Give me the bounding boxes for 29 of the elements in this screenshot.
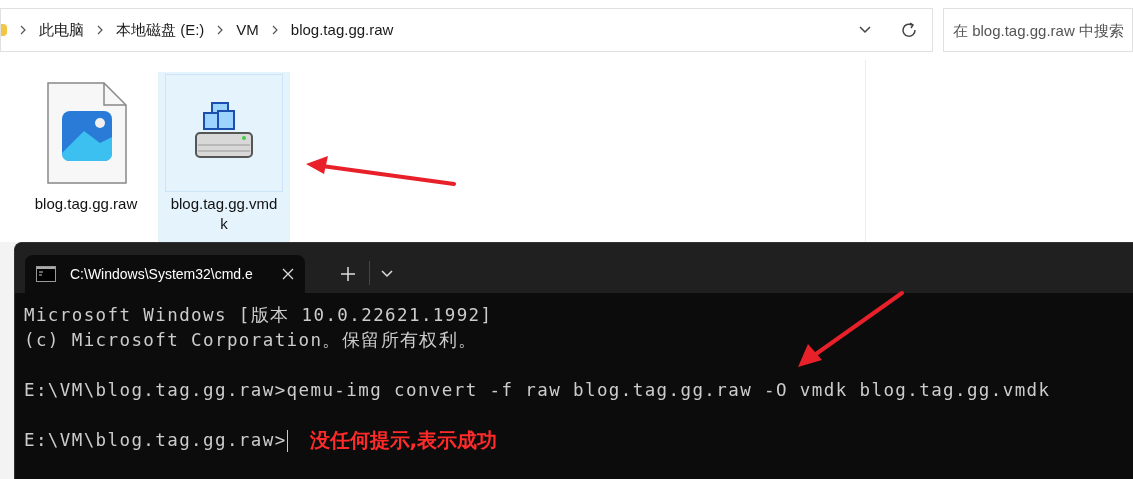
chevron-icon (97, 25, 103, 35)
text-cursor (286, 429, 288, 452)
plus-icon[interactable] (341, 267, 355, 281)
terminal-icon (36, 266, 56, 282)
image-file-icon (44, 81, 128, 185)
console-line: Microsoft Windows [版本 10.0.22621.1992] (24, 304, 494, 327)
annotation-note: 没任何提示,表示成功 (309, 428, 498, 453)
breadcrumb[interactable]: blog.tag.gg.raw (290, 18, 394, 42)
terminal-tab[interactable]: C:\Windows\System32\cmd.e (25, 255, 305, 293)
console-line: E:\VM\blog.tag.gg.raw>qemu-img convert -f raw blog.tag.gg.raw -O vmdk blog.tag.gg.vmdk (24, 379, 1052, 402)
file-name: blog.tag.gg.raw (33, 194, 139, 214)
console-prompt: E:\VM\blog.tag.gg.raw> (24, 429, 287, 452)
file-item[interactable]: blog.tag.gg.raw (20, 72, 152, 242)
chevron-icon (217, 25, 224, 35)
close-icon[interactable] (282, 268, 294, 280)
refresh-icon[interactable] (900, 21, 918, 39)
search-field[interactable]: 在 blog.tag.gg.raw 中搜索 (943, 8, 1133, 52)
chevron-icon (271, 25, 278, 35)
tab-title: C:\Windows\System32\cmd.e (70, 264, 254, 284)
file-name: blog.tag.gg.vmdk (169, 194, 279, 234)
chevron-icon (20, 25, 26, 35)
breadcrumb[interactable]: VM (236, 18, 259, 42)
address-bar[interactable]: 此电脑 本地磁盘 (E:) VM blog.tag.gg.raw (0, 8, 933, 52)
breadcrumb[interactable]: 本地磁盘 (E:) (116, 18, 205, 42)
file-item[interactable]: blog.tag.gg.vmdk (158, 72, 290, 242)
console-line: (c) Microsoft Corporation。保留所有权利。 (24, 329, 479, 352)
breadcrumb[interactable]: 此电脑 (39, 18, 84, 42)
folder-icon (1, 24, 7, 36)
dropdown-icon[interactable] (858, 25, 872, 35)
